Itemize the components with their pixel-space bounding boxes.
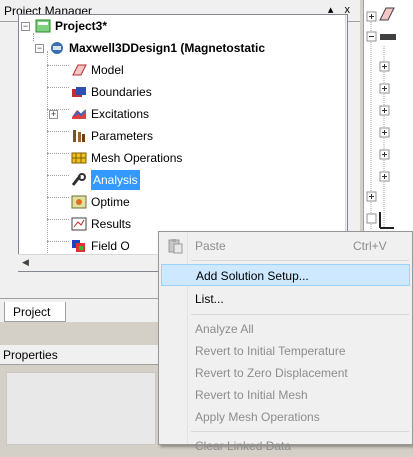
menu-item-revert-mesh[interactable]: Revert to Initial Mesh [161,384,410,406]
parameters-icon [71,129,87,143]
tree-item-boundaries[interactable]: Boundaries [71,81,152,101]
field-overlays-icon [71,239,87,253]
menu-item-revert-displacement[interactable]: Revert to Zero Displacement [161,362,410,384]
excitations-icon [71,107,87,121]
menu-item-revert-temperature[interactable]: Revert to Initial Temperature [161,340,410,362]
menu-item-clear-linked-data[interactable]: Clear Linked Data [161,435,410,457]
maxwell-design-icon [49,41,65,55]
properties-panel [6,372,156,445]
tree-item-mesh-operations[interactable]: Mesh Operations [71,147,182,167]
boundaries-icon [71,85,87,99]
collapse-toggle-design[interactable]: − [35,44,44,53]
tree-item-design[interactable]: Maxwell3DDesign1 (Magnetostatic [49,37,265,57]
mesh-operations-icon [71,151,87,165]
properties-titlebar: Properties [0,345,160,365]
tree-item-optimetrics[interactable]: Optime [71,191,130,211]
scroll-left-icon[interactable]: ◀ [22,257,29,268]
tree-item-parameters[interactable]: Parameters [71,125,153,145]
menu-item-add-solution-setup[interactable]: Add Solution Setup... [161,264,410,286]
tree-item-field-overlays[interactable]: Field O [71,235,130,255]
menu-item-apply-mesh-operations[interactable]: Apply Mesh Operations [161,406,410,428]
context-menu: Paste Ctrl+V Add Solution Setup... List.… [158,231,413,453]
menu-item-list[interactable]: List... [161,288,410,310]
menu-separator [191,314,409,315]
expand-toggle-excitations[interactable]: + [49,110,58,119]
menu-item-paste[interactable]: Paste Ctrl+V [161,235,410,257]
tab-project[interactable]: Project [4,302,66,322]
project-icon [35,19,51,33]
menu-separator [191,260,409,261]
collapse-toggle-project[interactable]: − [21,22,30,31]
tree-item-model[interactable]: Model [71,59,124,79]
menu-item-analyze-all[interactable]: Analyze All [161,318,410,340]
results-icon [71,217,87,231]
model-icon [71,63,87,77]
tree-item-analysis[interactable]: Analysis [71,169,140,190]
analysis-icon [71,172,87,187]
tree-item-results[interactable]: Results [71,213,131,233]
menu-separator [191,431,409,432]
tree-item-excitations[interactable]: Excitations [71,103,149,123]
optimetrics-icon [71,195,87,209]
tree-item-project[interactable]: Project3* [35,15,107,35]
paste-icon [167,238,183,261]
properties-title: Properties [3,348,58,362]
